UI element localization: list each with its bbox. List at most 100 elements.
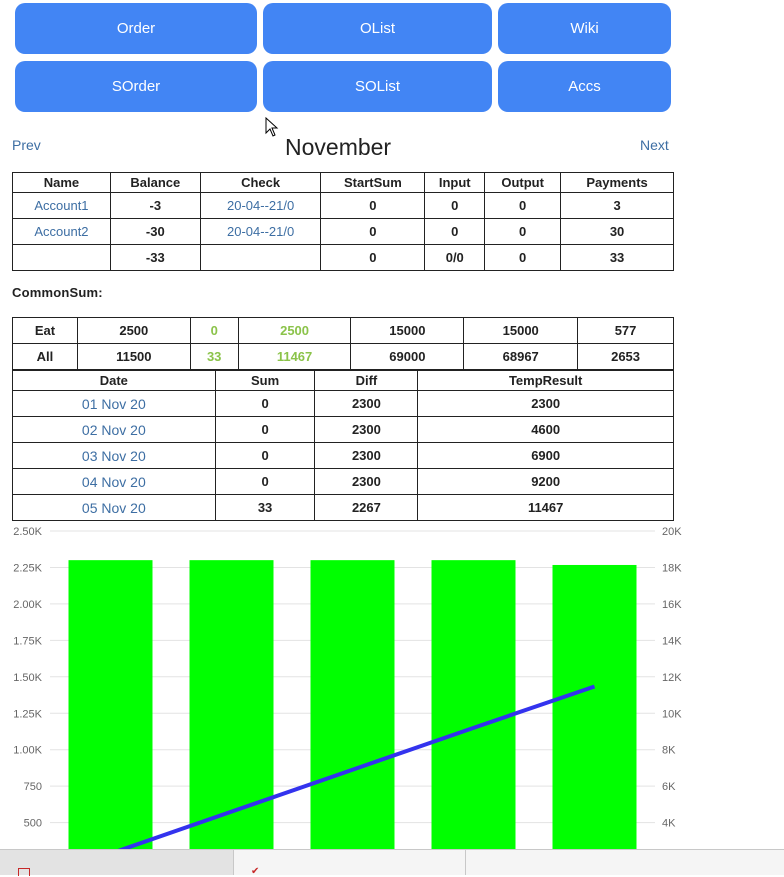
total-check-cell — [199, 244, 322, 271]
tempresult-cell: 11467 — [417, 494, 674, 521]
taskbar-tab[interactable] — [0, 850, 234, 876]
taskbar: ✔ — [0, 849, 784, 877]
value-cell: 2653 — [577, 343, 674, 370]
total-output-cell: 0 — [484, 244, 562, 271]
value-cell: 69000 — [350, 343, 465, 370]
col-header-date: Date — [12, 370, 216, 391]
accounts-table: Name Balance Check StartSum Input Output… — [12, 172, 674, 271]
balance-cell: -30 — [109, 218, 201, 245]
totals-row: -33 0 0/0 0 33 — [12, 244, 674, 271]
value-cell: 11467 — [237, 343, 352, 370]
col-header-payments: Payments — [560, 172, 674, 193]
total-balance-cell: -33 — [109, 244, 201, 271]
output-cell: 0 — [484, 218, 562, 245]
col-header-check: Check — [199, 172, 322, 193]
right-tick-label: 14K — [662, 635, 682, 647]
balance-cell: -3 — [109, 192, 201, 219]
left-tick-label: 1.00K — [13, 745, 42, 757]
table-row: 01 Nov 20 0 2300 2300 — [12, 390, 674, 417]
left-tick-label: 2.50K — [13, 526, 42, 538]
taskbar-tab[interactable]: ✔ — [234, 850, 466, 877]
sorder-button[interactable]: SOrder — [15, 61, 257, 112]
right-tick-label: 12K — [662, 672, 682, 684]
table-row: All 11500 33 11467 69000 68967 2653 — [12, 343, 674, 370]
date-link[interactable]: 04 Nov 20 — [12, 468, 216, 495]
wiki-button[interactable]: Wiki — [498, 3, 671, 54]
common-sum-label: CommonSum: — [12, 285, 103, 300]
check-link[interactable]: 20-04--21/0 — [199, 192, 322, 219]
sum-cell: 0 — [214, 390, 316, 417]
input-cell: 0 — [424, 192, 486, 219]
col-header-tempresult: TempResult — [417, 370, 674, 391]
total-startsum-cell: 0 — [320, 244, 426, 271]
value-cell: 2500 — [237, 317, 352, 344]
date-link[interactable]: 03 Nov 20 — [12, 442, 216, 469]
category-cell: Eat — [12, 317, 78, 344]
startsum-cell: 0 — [320, 218, 426, 245]
table-row: Account1 -3 20-04--21/0 0 0 0 3 — [12, 192, 674, 219]
solist-button[interactable]: SOList — [263, 61, 492, 112]
chart-bar — [431, 560, 516, 850]
payments-cell: 3 — [560, 192, 674, 219]
sum-cell: 0 — [214, 442, 316, 469]
value-cell: 2500 — [76, 317, 191, 344]
startsum-cell: 0 — [320, 192, 426, 219]
chart-bar — [310, 560, 395, 850]
accs-button[interactable]: Accs — [498, 61, 671, 112]
table-row: Eat 2500 0 2500 15000 15000 577 — [12, 317, 674, 344]
col-header-diff: Diff — [314, 370, 419, 391]
input-cell: 0 — [424, 218, 486, 245]
month-title: November — [285, 134, 392, 160]
tempresult-cell: 2300 — [417, 390, 674, 417]
total-input-cell: 0/0 — [424, 244, 486, 271]
col-header-balance: Balance — [109, 172, 201, 193]
col-header-output: Output — [484, 172, 562, 193]
daily-table: Date Sum Diff TempResult 01 Nov 20 0 230… — [12, 370, 674, 521]
diff-cell: 2300 — [314, 442, 419, 469]
right-tick-label: 20K — [662, 526, 682, 538]
left-tick-label: 750 — [24, 781, 42, 793]
left-tick-label: 2.25K — [13, 562, 42, 574]
value-cell: 33 — [189, 343, 239, 370]
right-tick-label: 4K — [662, 818, 676, 830]
output-cell: 0 — [484, 192, 562, 219]
sum-cell: 0 — [214, 416, 316, 443]
col-header-name: Name — [12, 172, 111, 193]
order-button[interactable]: Order — [15, 3, 257, 54]
mouse-cursor-icon — [265, 117, 279, 137]
right-tick-label: 18K — [662, 562, 682, 574]
date-link[interactable]: 05 Nov 20 — [12, 494, 216, 521]
left-tick-label: 1.25K — [13, 708, 42, 720]
diff-cell: 2267 — [314, 494, 419, 521]
tempresult-cell: 9200 — [417, 468, 674, 495]
col-header-startsum: StartSum — [320, 172, 426, 193]
col-header-input: Input — [424, 172, 486, 193]
account-link[interactable]: Account1 — [12, 192, 111, 219]
next-link[interactable]: Next — [640, 137, 669, 153]
olist-button[interactable]: OList — [263, 3, 492, 54]
daily-combo-chart: 2.50K 20K 2.25K 18K 2.00K 16K 1.75K 14K 1.50K 12K… — [13, 526, 682, 850]
tempresult-cell: 4600 — [417, 416, 674, 443]
date-link[interactable]: 01 Nov 20 — [12, 390, 216, 417]
pdf-icon — [18, 868, 30, 876]
check-link[interactable]: 20-04--21/0 — [199, 218, 322, 245]
table-row: 04 Nov 20 0 2300 9200 — [12, 468, 674, 495]
table-row: Account2 -30 20-04--21/0 0 0 0 30 — [12, 218, 674, 245]
date-link[interactable]: 02 Nov 20 — [12, 416, 216, 443]
category-cell: All — [12, 343, 78, 370]
prev-link[interactable]: Prev — [12, 137, 41, 153]
value-cell: 0 — [189, 317, 239, 344]
account-link[interactable]: Account2 — [12, 218, 111, 245]
payments-cell: 30 — [560, 218, 674, 245]
total-payments-cell: 33 — [560, 244, 674, 271]
tempresult-cell: 6900 — [417, 442, 674, 469]
sum-cell: 33 — [214, 494, 316, 521]
total-name-cell — [12, 244, 111, 271]
value-cell: 11500 — [76, 343, 191, 370]
common-sum-table: Eat 2500 0 2500 15000 15000 577 All 1150… — [12, 317, 674, 370]
chart-bar — [552, 564, 637, 850]
diff-cell: 2300 — [314, 468, 419, 495]
diff-cell: 2300 — [314, 390, 419, 417]
document-check-icon: ✔ — [251, 866, 260, 877]
value-cell: 68967 — [463, 343, 579, 370]
